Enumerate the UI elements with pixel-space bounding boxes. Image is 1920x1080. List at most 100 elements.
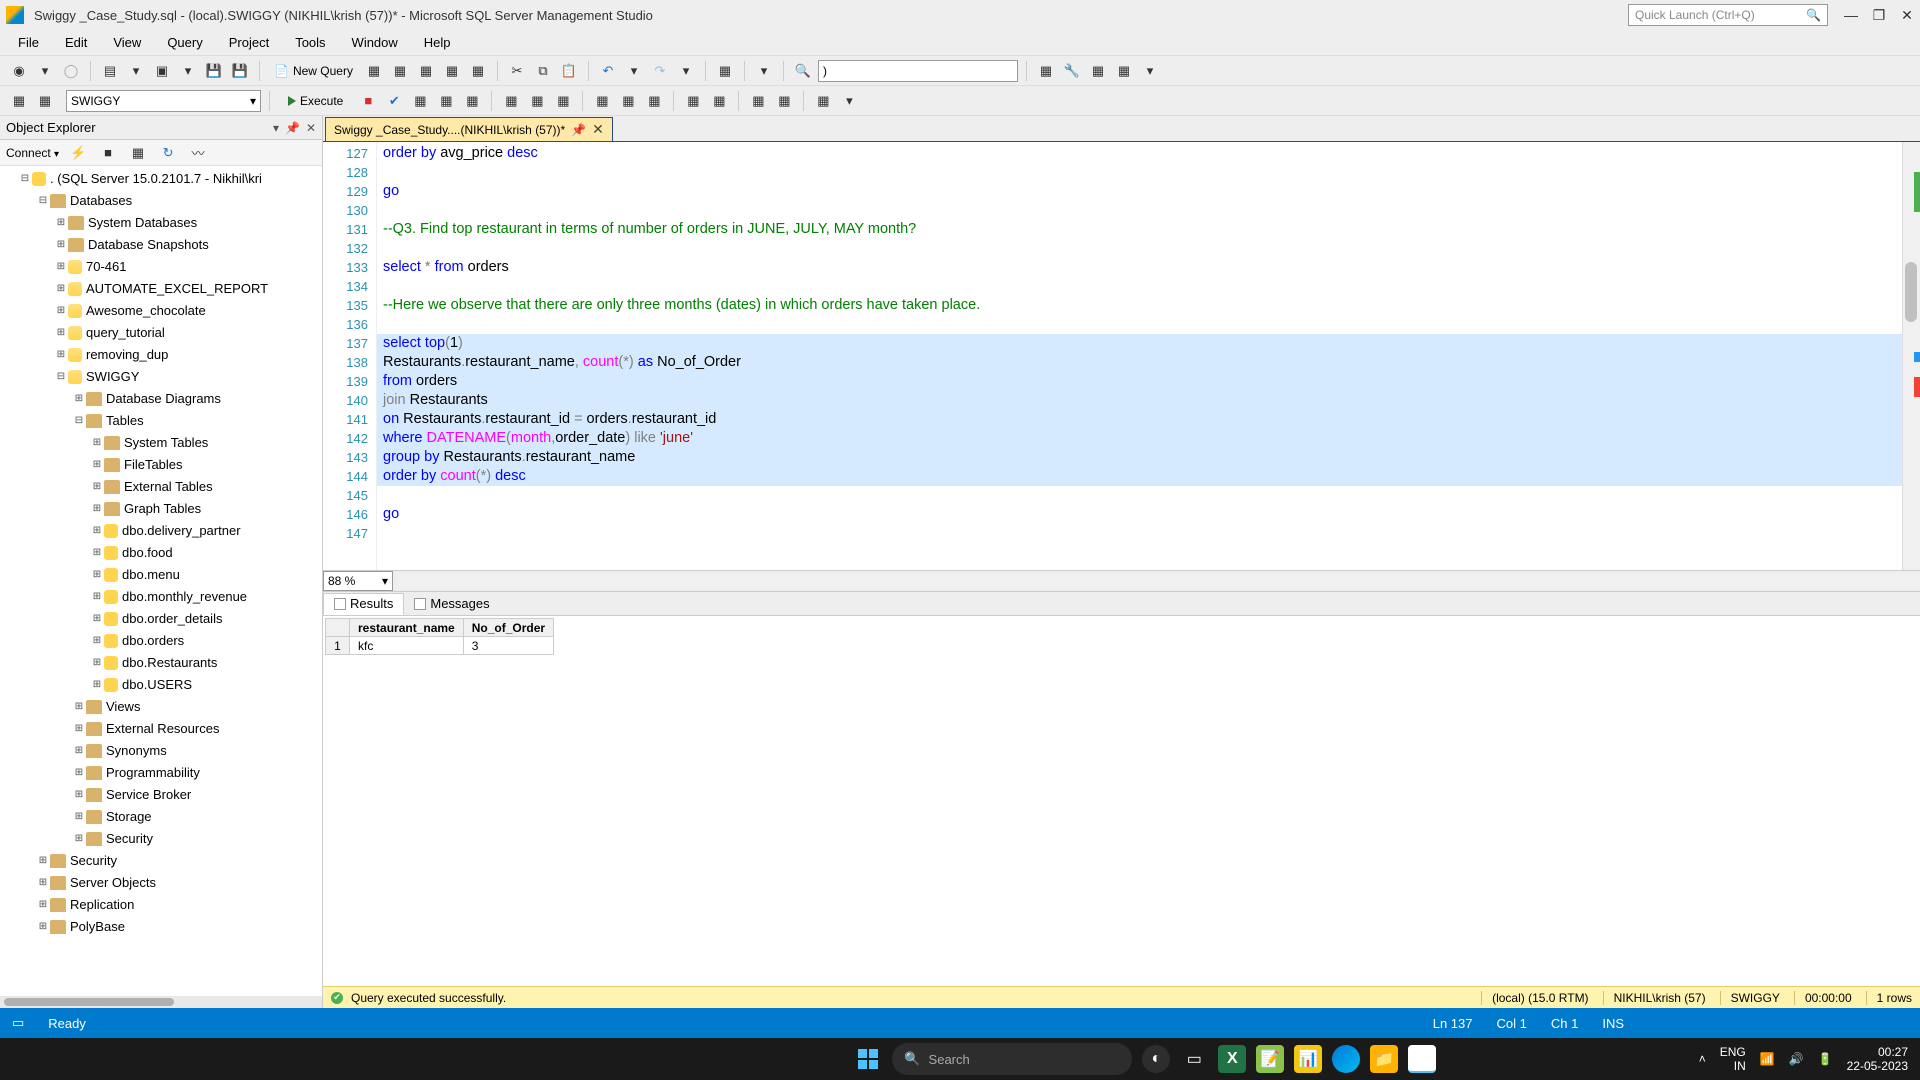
- code-line[interactable]: select * from orders: [383, 258, 1920, 277]
- expander-icon[interactable]: ⊞: [72, 388, 86, 410]
- execute-button[interactable]: Execute: [278, 90, 353, 112]
- expander-icon[interactable]: ⊞: [90, 630, 104, 652]
- copy-button[interactable]: ⧉: [532, 60, 554, 82]
- include-plan-button[interactable]: ▦: [500, 90, 522, 112]
- code-line[interactable]: --Here we observe that there are only th…: [383, 296, 1920, 315]
- tool-icon-2[interactable]: 🔧: [1061, 60, 1083, 82]
- object-explorer-tree[interactable]: ⊟. (SQL Server 15.0.2101.7 - Nikhil\kri⊟…: [0, 166, 322, 1008]
- tree-node[interactable]: ⊞External Resources: [0, 718, 322, 740]
- menu-help[interactable]: Help: [412, 33, 463, 52]
- increase-indent-button[interactable]: ▦: [773, 90, 795, 112]
- tree-node[interactable]: ⊞Synonyms: [0, 740, 322, 762]
- language-indicator[interactable]: ENG IN: [1720, 1045, 1746, 1073]
- expander-icon[interactable]: ⊟: [72, 410, 86, 432]
- display-plan-button[interactable]: ▦: [409, 90, 431, 112]
- new-item-button[interactable]: ▤: [99, 60, 121, 82]
- expander-icon[interactable]: ⊞: [90, 652, 104, 674]
- tree-node[interactable]: ⊞dbo.menu: [0, 564, 322, 586]
- code-content[interactable]: order by avg_price desc go --Q3. Find to…: [377, 142, 1920, 570]
- start-button[interactable]: [854, 1045, 882, 1073]
- ssms-taskbar-icon[interactable]: ▦: [1408, 1045, 1436, 1073]
- expander-icon[interactable]: ⊞: [72, 718, 86, 740]
- minimize-button[interactable]: —: [1844, 8, 1858, 22]
- tool-icon-3[interactable]: ▦: [1087, 60, 1109, 82]
- notepadpp-icon[interactable]: 📝: [1256, 1045, 1284, 1073]
- expander-icon[interactable]: ⊞: [54, 234, 68, 256]
- tree-node[interactable]: ⊞Views: [0, 696, 322, 718]
- expander-icon[interactable]: ⊞: [90, 520, 104, 542]
- menu-project[interactable]: Project: [217, 33, 281, 52]
- editor-vertical-scrollbar[interactable]: [1902, 142, 1920, 570]
- expander-icon[interactable]: ⊞: [90, 476, 104, 498]
- expander-icon[interactable]: ⊞: [36, 894, 50, 916]
- code-line[interactable]: go: [383, 505, 1920, 524]
- tab-close-icon[interactable]: ✕: [592, 121, 604, 138]
- tree-node[interactable]: ⊞removing_dup: [0, 344, 322, 366]
- scroll-thumb[interactable]: [1905, 262, 1917, 322]
- parse-button[interactable]: ✔: [383, 90, 405, 112]
- query-options-button[interactable]: ▦: [435, 90, 457, 112]
- toolbar-overflow[interactable]: ▾: [1139, 60, 1161, 82]
- filter-icon[interactable]: ▦: [127, 142, 149, 164]
- expander-icon[interactable]: ⊞: [36, 850, 50, 872]
- table-row[interactable]: 1kfc3: [326, 637, 554, 655]
- horizontal-scrollbar[interactable]: [0, 996, 322, 1008]
- tree-node[interactable]: ⊟SWIGGY: [0, 366, 322, 388]
- expander-icon[interactable]: ⊞: [54, 344, 68, 366]
- expander-icon[interactable]: ⊞: [90, 498, 104, 520]
- tree-node[interactable]: ⊞Storage: [0, 806, 322, 828]
- tab-results[interactable]: Results: [323, 593, 404, 615]
- undo-dropdown[interactable]: ▾: [623, 60, 645, 82]
- tree-node[interactable]: ⊞Server Objects: [0, 872, 322, 894]
- code-editor[interactable]: 1271281291301311321331341351361371381391…: [323, 142, 1920, 570]
- new-query-button[interactable]: 📄 New Query: [268, 60, 359, 82]
- analysis-query-button[interactable]: ▦: [389, 60, 411, 82]
- refresh-icon[interactable]: ↻: [157, 142, 179, 164]
- column-header[interactable]: No_of_Order: [463, 619, 553, 637]
- tree-node[interactable]: ⊞AUTOMATE_EXCEL_REPORT: [0, 278, 322, 300]
- tree-node[interactable]: ⊞Security: [0, 850, 322, 872]
- close-button[interactable]: ✕: [1900, 8, 1914, 22]
- results-file-button[interactable]: ▦: [643, 90, 665, 112]
- volume-icon[interactable]: 🔊: [1789, 1052, 1804, 1066]
- tree-node[interactable]: ⊞dbo.Restaurants: [0, 652, 322, 674]
- find-dropdown[interactable]: ▾: [753, 60, 775, 82]
- expander-icon[interactable]: ⊞: [54, 278, 68, 300]
- tray-chevron-icon[interactable]: ˄: [1699, 1052, 1706, 1066]
- code-line[interactable]: go: [383, 182, 1920, 201]
- code-line[interactable]: [383, 163, 1920, 182]
- stop-icon[interactable]: ■: [97, 142, 119, 164]
- expander-icon[interactable]: ⊞: [90, 454, 104, 476]
- code-line[interactable]: [383, 239, 1920, 258]
- include-stats-button[interactable]: ▦: [526, 90, 548, 112]
- panel-dropdown-icon[interactable]: ▾: [273, 121, 279, 135]
- tree-node[interactable]: ⊞System Tables: [0, 432, 322, 454]
- tree-node[interactable]: ⊞Programmability: [0, 762, 322, 784]
- expander-icon[interactable]: ⊞: [90, 564, 104, 586]
- tree-node[interactable]: ⊞Graph Tables: [0, 498, 322, 520]
- tree-node[interactable]: ⊞dbo.food: [0, 542, 322, 564]
- tree-node[interactable]: ⊞Database Snapshots: [0, 234, 322, 256]
- excel-icon[interactable]: X: [1218, 1045, 1246, 1073]
- comment-button[interactable]: ▦: [682, 90, 704, 112]
- menu-file[interactable]: File: [6, 33, 51, 52]
- expander-icon[interactable]: ⊞: [54, 256, 68, 278]
- xmla-query-button[interactable]: ▦: [467, 60, 489, 82]
- open-dropdown[interactable]: ▾: [177, 60, 199, 82]
- activity-monitor-button[interactable]: ▦: [714, 60, 736, 82]
- menu-query[interactable]: Query: [155, 33, 214, 52]
- new-item-dropdown[interactable]: ▾: [125, 60, 147, 82]
- code-line[interactable]: [383, 201, 1920, 220]
- restore-button[interactable]: ❐: [1872, 8, 1886, 22]
- explorer-icon[interactable]: 📁: [1370, 1045, 1398, 1073]
- tree-node[interactable]: ⊞dbo.delivery_partner: [0, 520, 322, 542]
- tool-icon-1[interactable]: ▦: [1035, 60, 1057, 82]
- tree-node[interactable]: ⊞dbo.order_details: [0, 608, 322, 630]
- expander-icon[interactable]: ⊞: [90, 674, 104, 696]
- tree-node[interactable]: ⊞Replication: [0, 894, 322, 916]
- stop-button[interactable]: ■: [357, 90, 379, 112]
- paste-button[interactable]: 📋: [558, 60, 580, 82]
- pulse-icon[interactable]: 〰: [187, 142, 209, 164]
- expander-icon[interactable]: ⊟: [54, 366, 68, 388]
- code-line[interactable]: [383, 277, 1920, 296]
